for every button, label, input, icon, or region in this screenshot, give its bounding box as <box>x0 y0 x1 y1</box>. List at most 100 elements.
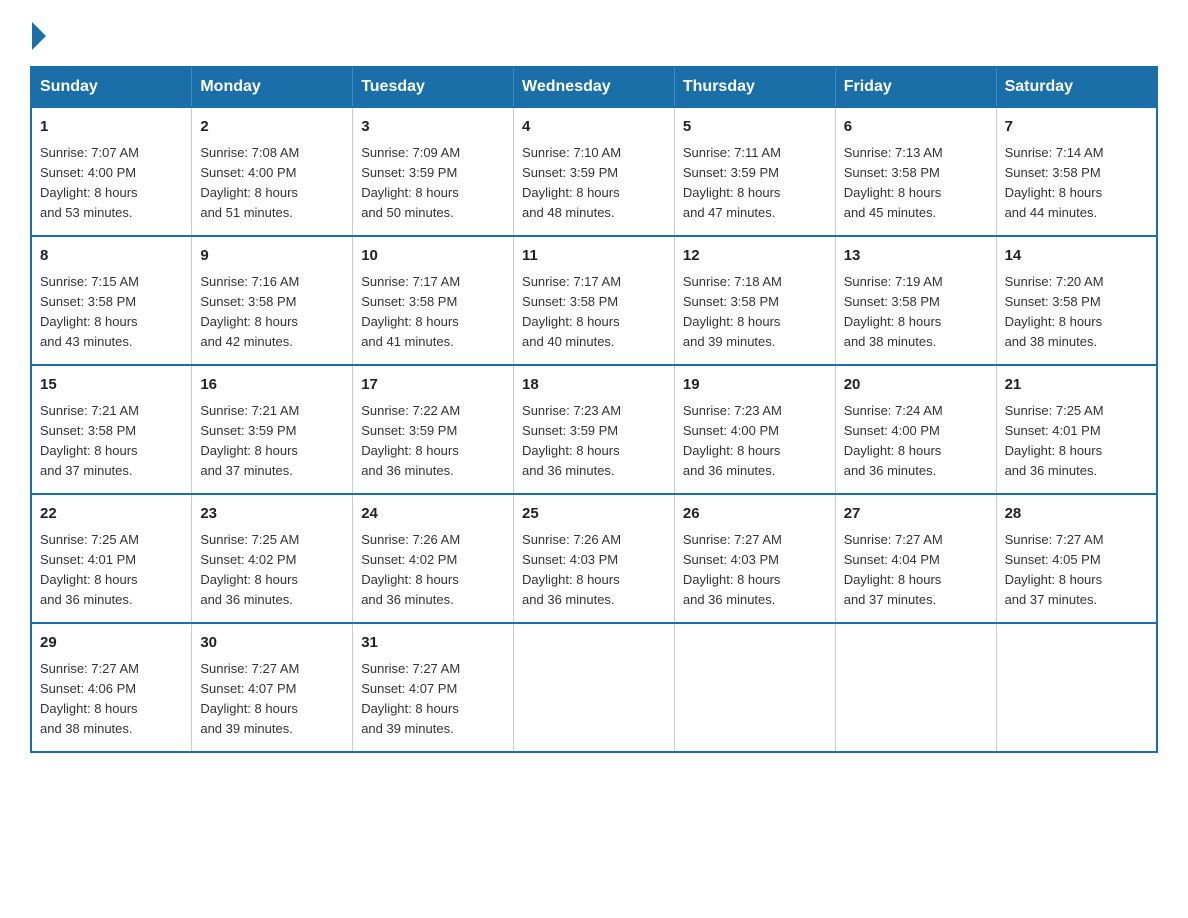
day-number: 30 <box>200 632 344 655</box>
calendar-day-cell: 11 Sunrise: 7:17 AMSunset: 3:58 PMDaylig… <box>514 236 675 365</box>
day-info: Sunrise: 7:24 AMSunset: 4:00 PMDaylight:… <box>844 403 943 478</box>
day-info: Sunrise: 7:26 AMSunset: 4:03 PMDaylight:… <box>522 532 621 607</box>
day-number: 28 <box>1005 503 1148 526</box>
day-info: Sunrise: 7:17 AMSunset: 3:58 PMDaylight:… <box>522 274 621 349</box>
day-info: Sunrise: 7:21 AMSunset: 3:59 PMDaylight:… <box>200 403 299 478</box>
day-info: Sunrise: 7:11 AMSunset: 3:59 PMDaylight:… <box>683 145 781 220</box>
weekday-header: Tuesday <box>353 67 514 107</box>
day-info: Sunrise: 7:25 AMSunset: 4:01 PMDaylight:… <box>1005 403 1104 478</box>
day-number: 15 <box>40 374 183 397</box>
day-number: 20 <box>844 374 988 397</box>
calendar-week-row: 15 Sunrise: 7:21 AMSunset: 3:58 PMDaylig… <box>31 365 1157 494</box>
day-info: Sunrise: 7:17 AMSunset: 3:58 PMDaylight:… <box>361 274 460 349</box>
day-info: Sunrise: 7:27 AMSunset: 4:05 PMDaylight:… <box>1005 532 1104 607</box>
day-number: 2 <box>200 116 344 139</box>
day-info: Sunrise: 7:08 AMSunset: 4:00 PMDaylight:… <box>200 145 299 220</box>
calendar-day-cell: 13 Sunrise: 7:19 AMSunset: 3:58 PMDaylig… <box>835 236 996 365</box>
calendar-day-cell: 16 Sunrise: 7:21 AMSunset: 3:59 PMDaylig… <box>192 365 353 494</box>
calendar-week-row: 22 Sunrise: 7:25 AMSunset: 4:01 PMDaylig… <box>31 494 1157 623</box>
calendar-day-cell: 2 Sunrise: 7:08 AMSunset: 4:00 PMDayligh… <box>192 107 353 236</box>
day-info: Sunrise: 7:13 AMSunset: 3:58 PMDaylight:… <box>844 145 943 220</box>
day-number: 1 <box>40 116 183 139</box>
calendar-day-cell: 28 Sunrise: 7:27 AMSunset: 4:05 PMDaylig… <box>996 494 1157 623</box>
calendar-day-cell: 18 Sunrise: 7:23 AMSunset: 3:59 PMDaylig… <box>514 365 675 494</box>
day-number: 22 <box>40 503 183 526</box>
calendar-day-cell: 6 Sunrise: 7:13 AMSunset: 3:58 PMDayligh… <box>835 107 996 236</box>
day-info: Sunrise: 7:27 AMSunset: 4:04 PMDaylight:… <box>844 532 943 607</box>
calendar-day-cell: 25 Sunrise: 7:26 AMSunset: 4:03 PMDaylig… <box>514 494 675 623</box>
day-number: 4 <box>522 116 666 139</box>
calendar-week-row: 29 Sunrise: 7:27 AMSunset: 4:06 PMDaylig… <box>31 623 1157 752</box>
day-number: 6 <box>844 116 988 139</box>
calendar-day-cell: 1 Sunrise: 7:07 AMSunset: 4:00 PMDayligh… <box>31 107 192 236</box>
day-number: 24 <box>361 503 505 526</box>
day-info: Sunrise: 7:14 AMSunset: 3:58 PMDaylight:… <box>1005 145 1104 220</box>
day-info: Sunrise: 7:27 AMSunset: 4:07 PMDaylight:… <box>200 661 299 736</box>
calendar-day-cell: 30 Sunrise: 7:27 AMSunset: 4:07 PMDaylig… <box>192 623 353 752</box>
calendar-day-cell: 17 Sunrise: 7:22 AMSunset: 3:59 PMDaylig… <box>353 365 514 494</box>
calendar-day-cell: 21 Sunrise: 7:25 AMSunset: 4:01 PMDaylig… <box>996 365 1157 494</box>
day-info: Sunrise: 7:27 AMSunset: 4:06 PMDaylight:… <box>40 661 139 736</box>
calendar-day-cell: 27 Sunrise: 7:27 AMSunset: 4:04 PMDaylig… <box>835 494 996 623</box>
day-number: 25 <box>522 503 666 526</box>
calendar-day-cell: 29 Sunrise: 7:27 AMSunset: 4:06 PMDaylig… <box>31 623 192 752</box>
day-info: Sunrise: 7:25 AMSunset: 4:01 PMDaylight:… <box>40 532 139 607</box>
day-info: Sunrise: 7:18 AMSunset: 3:58 PMDaylight:… <box>683 274 782 349</box>
day-number: 18 <box>522 374 666 397</box>
day-info: Sunrise: 7:27 AMSunset: 4:03 PMDaylight:… <box>683 532 782 607</box>
day-info: Sunrise: 7:09 AMSunset: 3:59 PMDaylight:… <box>361 145 460 220</box>
day-number: 29 <box>40 632 183 655</box>
calendar-day-cell: 10 Sunrise: 7:17 AMSunset: 3:58 PMDaylig… <box>353 236 514 365</box>
logo-arrow-icon <box>32 22 46 50</box>
weekday-header: Monday <box>192 67 353 107</box>
day-number: 12 <box>683 245 827 268</box>
calendar-day-cell: 14 Sunrise: 7:20 AMSunset: 3:58 PMDaylig… <box>996 236 1157 365</box>
day-info: Sunrise: 7:07 AMSunset: 4:00 PMDaylight:… <box>40 145 139 220</box>
day-info: Sunrise: 7:21 AMSunset: 3:58 PMDaylight:… <box>40 403 139 478</box>
day-info: Sunrise: 7:23 AMSunset: 4:00 PMDaylight:… <box>683 403 782 478</box>
calendar-day-cell: 5 Sunrise: 7:11 AMSunset: 3:59 PMDayligh… <box>674 107 835 236</box>
calendar-day-cell: 22 Sunrise: 7:25 AMSunset: 4:01 PMDaylig… <box>31 494 192 623</box>
calendar-day-cell <box>835 623 996 752</box>
day-number: 23 <box>200 503 344 526</box>
weekday-header: Saturday <box>996 67 1157 107</box>
day-info: Sunrise: 7:26 AMSunset: 4:02 PMDaylight:… <box>361 532 460 607</box>
day-number: 9 <box>200 245 344 268</box>
calendar-day-cell: 15 Sunrise: 7:21 AMSunset: 3:58 PMDaylig… <box>31 365 192 494</box>
calendar-day-cell: 20 Sunrise: 7:24 AMSunset: 4:00 PMDaylig… <box>835 365 996 494</box>
day-number: 5 <box>683 116 827 139</box>
calendar-day-cell: 12 Sunrise: 7:18 AMSunset: 3:58 PMDaylig… <box>674 236 835 365</box>
calendar-week-row: 1 Sunrise: 7:07 AMSunset: 4:00 PMDayligh… <box>31 107 1157 236</box>
weekday-header: Wednesday <box>514 67 675 107</box>
day-info: Sunrise: 7:27 AMSunset: 4:07 PMDaylight:… <box>361 661 460 736</box>
day-number: 11 <box>522 245 666 268</box>
calendar-day-cell: 3 Sunrise: 7:09 AMSunset: 3:59 PMDayligh… <box>353 107 514 236</box>
day-number: 14 <box>1005 245 1148 268</box>
day-number: 16 <box>200 374 344 397</box>
calendar-day-cell: 26 Sunrise: 7:27 AMSunset: 4:03 PMDaylig… <box>674 494 835 623</box>
calendar-day-cell: 8 Sunrise: 7:15 AMSunset: 3:58 PMDayligh… <box>31 236 192 365</box>
calendar-day-cell: 19 Sunrise: 7:23 AMSunset: 4:00 PMDaylig… <box>674 365 835 494</box>
day-info: Sunrise: 7:15 AMSunset: 3:58 PMDaylight:… <box>40 274 139 349</box>
calendar-week-row: 8 Sunrise: 7:15 AMSunset: 3:58 PMDayligh… <box>31 236 1157 365</box>
day-number: 10 <box>361 245 505 268</box>
day-info: Sunrise: 7:23 AMSunset: 3:59 PMDaylight:… <box>522 403 621 478</box>
day-number: 21 <box>1005 374 1148 397</box>
weekday-header: Friday <box>835 67 996 107</box>
weekday-header: Sunday <box>31 67 192 107</box>
calendar-day-cell: 24 Sunrise: 7:26 AMSunset: 4:02 PMDaylig… <box>353 494 514 623</box>
calendar-day-cell <box>674 623 835 752</box>
day-number: 17 <box>361 374 505 397</box>
day-number: 8 <box>40 245 183 268</box>
weekday-header: Thursday <box>674 67 835 107</box>
calendar-day-cell: 7 Sunrise: 7:14 AMSunset: 3:58 PMDayligh… <box>996 107 1157 236</box>
day-info: Sunrise: 7:10 AMSunset: 3:59 PMDaylight:… <box>522 145 621 220</box>
day-number: 31 <box>361 632 505 655</box>
day-info: Sunrise: 7:25 AMSunset: 4:02 PMDaylight:… <box>200 532 299 607</box>
page-header <box>30 20 1158 46</box>
day-info: Sunrise: 7:22 AMSunset: 3:59 PMDaylight:… <box>361 403 460 478</box>
day-info: Sunrise: 7:19 AMSunset: 3:58 PMDaylight:… <box>844 274 943 349</box>
calendar-day-cell: 9 Sunrise: 7:16 AMSunset: 3:58 PMDayligh… <box>192 236 353 365</box>
day-number: 7 <box>1005 116 1148 139</box>
day-number: 26 <box>683 503 827 526</box>
